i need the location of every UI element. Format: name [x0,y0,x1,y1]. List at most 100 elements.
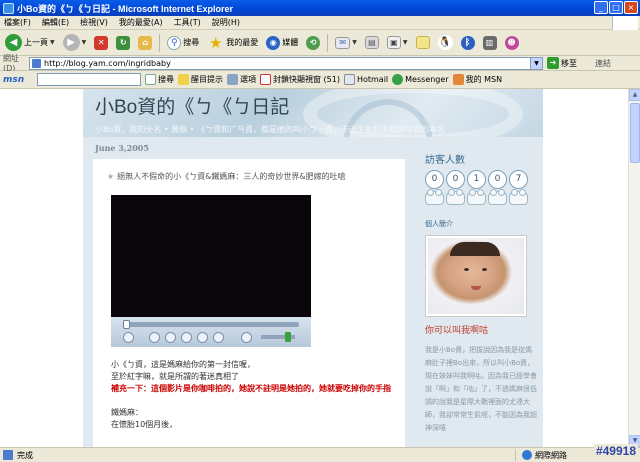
penguin-icon: 🐧 [437,35,453,50]
mymsn-button[interactable]: 我的 MSN [452,74,502,85]
links-button[interactable]: 連結 [595,58,611,69]
play-button[interactable] [123,332,134,343]
back-arrow-icon: ◀ [5,34,22,51]
printer-icon: ▤ [364,36,379,49]
popup-blocker-button[interactable]: 封鎖快顯視窗 (51) [260,74,340,85]
print-button[interactable]: ▤ [363,32,381,54]
video-screen[interactable] [111,195,311,317]
menu-tools[interactable]: 工具(T) [174,17,201,28]
highlight-button[interactable]: 醒目提示 [178,74,223,85]
mail-button[interactable]: ✉ ▼ [333,32,359,54]
volume-slider[interactable] [261,332,295,342]
post-line: 在懷胎10個月後， [111,420,178,429]
go-label: 移至 [561,58,577,68]
profile-photo[interactable] [425,235,527,317]
stop-video-button[interactable] [149,332,160,343]
edit-button[interactable]: ▣ ▼ [385,32,410,54]
blog-title[interactable]: 小Bo資的《ㄅ《ㄅ日記 [95,92,289,119]
profile-subtitle: 你可以叫我啊咕 [425,326,489,336]
post-title-text: 絕無人不假命的小《ㄅ資&鐵媽麻：三人的奇妙世界&肥嫁的吐嗆 [117,172,346,181]
toolbar-separator [327,33,329,52]
msn-search-input[interactable] [37,73,141,86]
refresh-icon: ↻ [116,35,131,50]
chevron-down-icon: ▼ [402,39,408,46]
window-title: 小Bo資的《ㄅ《ㄅ日記 - Microsoft Internet Explore… [17,3,234,14]
rewind-button[interactable] [165,332,176,343]
msn-search-button[interactable]: 搜尋 [145,74,174,85]
scroll-thumb[interactable] [630,103,640,163]
refresh-button[interactable]: ↻ [114,32,132,54]
maximize-button[interactable]: □ [609,1,623,14]
fast-forward-button[interactable] [181,332,192,343]
bluetooth-button[interactable]: ᛒ [459,32,477,54]
zone-label: 網際網路 [535,450,567,460]
home-button[interactable]: ⌂ [136,32,154,54]
go-button[interactable]: ➜ 移至 [547,57,577,69]
photo-hair [450,242,500,256]
discuss-button[interactable] [414,32,432,54]
address-input[interactable]: http://blog.yam.com/ingridbaby ▼ [29,56,543,70]
next-button[interactable] [213,332,224,343]
star-icon: ★ [107,172,115,181]
post-line: 小《ㄅ資，這是媽麻給你的第一封信喔， [111,360,255,369]
search-label: 搜尋 [183,38,200,47]
page-icon [3,450,13,460]
mail-icon [343,74,355,85]
media-button[interactable]: ◉ 媒體 [264,32,300,54]
highlighter-icon [178,74,189,85]
post-spacer [111,395,401,407]
video-controls [111,317,311,347]
forward-arrow-icon: ▶ [62,34,80,51]
menu-help[interactable]: 說明(H) [212,17,240,28]
visitors-title: 訪客人數 [425,155,465,166]
mascot-button[interactable]: ☻ [503,32,521,54]
post-title[interactable]: ★ 絕無人不假命的小《ㄅ資&鐵媽麻：三人的奇妙世界&肥嫁的吐嗆 [107,171,346,182]
research-button[interactable]: ▥ [481,32,499,54]
msn-toolbar: msn 搜尋 醒目提示 選項 封鎖快顯視窗 (51) Hotmail Messe… [0,71,640,89]
media-icon: ◉ [266,35,281,50]
seek-handle[interactable] [123,320,130,329]
popup-blocker-label: 封鎖快顯視窗 (51) [273,75,340,84]
menu-edit[interactable]: 編輯(E) [42,17,69,28]
mascot-icon: ☻ [504,35,519,50]
post-line-highlight: 補充一下：這個影片是你咖啡拍的，她說不註明是她拍的，她就要吃掉你的手指 [111,384,391,393]
history-button[interactable]: ⟲ [304,32,322,54]
menu-view[interactable]: 檢視(V) [80,17,108,28]
watermark: #49918 [593,444,638,458]
hotmail-button[interactable]: Hotmail [343,74,388,85]
bear-icon [425,189,444,205]
status-text: 完成 [17,450,33,460]
volume-handle[interactable] [285,332,291,342]
stop-button[interactable]: ✕ [92,32,110,54]
photo-eye [482,268,487,271]
scroll-up-button[interactable]: ▲ [629,89,640,101]
chevron-down-icon: ▼ [81,39,87,46]
back-button[interactable]: ◀ 上一頁 ▼ [3,32,57,54]
address-dropdown-button[interactable]: ▼ [530,57,542,69]
counter-digit: 7 [509,170,528,189]
close-button[interactable]: × [624,1,638,14]
vertical-scrollbar[interactable]: ▲ ▼ [628,89,640,447]
menubar: 檔案(F) 編輯(E) 檢視(V) 我的最愛(A) 工具(T) 說明(H) [0,16,640,30]
media-label: 媒體 [282,38,299,47]
messenger-button[interactable]: Messenger [392,74,449,85]
mute-button[interactable] [241,332,252,343]
address-url: http://blog.yam.com/ingridbaby [44,58,171,68]
seek-bar[interactable] [123,320,299,329]
counter-digit: 0 [425,170,444,189]
minimize-button[interactable]: _ [594,1,608,14]
menu-file[interactable]: 檔案(F) [4,17,31,28]
profile-label: 個人簡介 [425,220,453,228]
popup-blocker-icon [260,74,271,85]
forward-button[interactable]: ▶ ▼ [61,32,89,54]
status-bar: 完成 網際網路 [0,447,640,462]
favorites-button[interactable]: ★ 我的最愛 [205,32,260,54]
profile-bio: 我是小Bo資，把拔說因為我是從媽麻肚子裡Bo出來，所以叫小Bo資，現在妹妹叫我啊… [425,346,537,432]
video-player[interactable] [111,195,311,347]
search-button[interactable]: ⚲ 搜尋 [165,32,201,54]
options-button[interactable]: 選項 [227,74,256,85]
menu-favorites[interactable]: 我的最愛(A) [119,17,163,28]
previous-button[interactable] [197,332,208,343]
messenger-toolbar-button[interactable]: 🐧 [436,32,455,54]
msn-logo[interactable]: msn [3,75,33,85]
